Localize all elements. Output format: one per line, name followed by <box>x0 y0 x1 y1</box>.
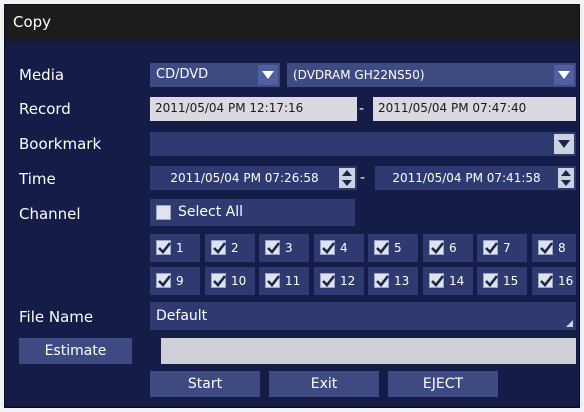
channel-5-item[interactable]: 5 <box>368 234 418 262</box>
channel-number: 3 <box>285 241 293 255</box>
channel-number: 15 <box>503 274 519 288</box>
channel-7-item[interactable]: 7 <box>477 234 527 262</box>
channel-13-item[interactable]: 13 <box>368 267 418 295</box>
media-type-value: CD/DVD <box>156 67 209 82</box>
media-device-value: (DVDRAM GH22NS50) <box>293 68 425 82</box>
channel-number: 8 <box>558 241 566 255</box>
channel-number: 16 <box>558 274 574 288</box>
check-icon[interactable] <box>374 240 390 255</box>
record-start-field[interactable]: 2011/05/04 PM 12:17:16 <box>150 97 357 121</box>
media-device-select[interactable]: (DVDRAM GH22NS50) <box>287 63 576 87</box>
media-label: Media <box>19 66 65 84</box>
media-type-select[interactable]: CD/DVD <box>150 63 280 87</box>
channel-number: 11 <box>285 274 301 288</box>
channel-8-item[interactable]: 8 <box>532 234 576 262</box>
time-separator: - <box>360 170 366 186</box>
channel-6-item[interactable]: 6 <box>423 234 473 262</box>
channel-1-item[interactable]: 1 <box>150 234 200 262</box>
channel-4-item[interactable]: 4 <box>314 234 364 262</box>
channel-number: 1 <box>176 241 184 255</box>
spin-up-down-icon[interactable] <box>339 168 355 188</box>
time-start-field[interactable]: 2011/05/04 PM 07:26:58 <box>150 166 357 190</box>
spin-up-down-icon[interactable] <box>558 168 574 188</box>
channel-9-item[interactable]: 9 <box>150 267 200 295</box>
check-icon[interactable] <box>265 240 281 255</box>
estimate-button[interactable]: Estimate <box>19 338 132 364</box>
select-all-checkbox[interactable] <box>156 205 171 220</box>
channel-number: 9 <box>176 274 184 288</box>
chevron-down-icon[interactable] <box>258 65 278 85</box>
check-icon[interactable] <box>265 273 281 288</box>
copy-window: Copy Media CD/DVD (DVDRAM GH22NS50) Reco… <box>4 4 580 408</box>
time-end-value: 2011/05/04 PM 07:41:58 <box>392 171 541 185</box>
estimate-field <box>161 338 576 364</box>
time-end-field[interactable]: 2011/05/04 PM 07:41:58 <box>375 166 576 190</box>
channel-2-item[interactable]: 2 <box>205 234 255 262</box>
check-icon[interactable] <box>483 273 499 288</box>
channel-number: 2 <box>231 241 239 255</box>
check-icon[interactable] <box>211 273 227 288</box>
channel-12-item[interactable]: 12 <box>314 267 364 295</box>
channel-label: Channel <box>19 205 81 223</box>
time-start-value: 2011/05/04 PM 07:26:58 <box>170 171 319 185</box>
check-icon[interactable] <box>320 240 336 255</box>
check-icon[interactable] <box>156 240 172 255</box>
channel-15-item[interactable]: 15 <box>477 267 527 295</box>
check-icon[interactable] <box>320 273 336 288</box>
select-all-label: Select All <box>178 204 243 220</box>
channel-14-item[interactable]: 14 <box>423 267 473 295</box>
check-icon[interactable] <box>429 240 445 255</box>
channel-number: 10 <box>231 274 247 288</box>
channel-number: 12 <box>340 274 356 288</box>
file-name-label: File Name <box>19 308 94 326</box>
record-end-field[interactable]: 2011/05/04 PM 07:47:40 <box>373 97 576 121</box>
record-separator: - <box>359 101 365 117</box>
check-icon[interactable] <box>429 273 445 288</box>
select-all-control[interactable]: Select All <box>150 199 355 226</box>
chevron-down-icon[interactable] <box>554 134 574 154</box>
check-icon[interactable] <box>374 273 390 288</box>
check-icon[interactable] <box>538 273 554 288</box>
time-label: Time <box>19 170 56 188</box>
exit-button[interactable]: Exit <box>269 371 379 397</box>
channel-number: 14 <box>449 274 465 288</box>
record-label: Record <box>19 100 71 118</box>
channel-number: 5 <box>394 241 402 255</box>
channel-3-item[interactable]: 3 <box>259 234 309 262</box>
check-icon[interactable] <box>211 240 227 255</box>
bookmark-label: Boorkmark <box>19 135 102 153</box>
bookmark-select[interactable] <box>150 132 576 156</box>
check-icon[interactable] <box>538 240 554 255</box>
channel-11-item[interactable]: 11 <box>259 267 309 295</box>
file-name-field[interactable]: Default <box>150 302 576 330</box>
eject-button[interactable]: EJECT <box>388 371 498 397</box>
chevron-down-icon[interactable] <box>554 65 574 85</box>
window-title: Copy <box>5 5 579 39</box>
channel-number: 7 <box>503 241 511 255</box>
resize-corner-icon <box>566 320 573 327</box>
check-icon[interactable] <box>156 273 172 288</box>
start-button[interactable]: Start <box>150 371 260 397</box>
file-name-value: Default <box>156 308 208 324</box>
channel-number: 13 <box>394 274 410 288</box>
channel-16-item[interactable]: 16 <box>532 267 576 295</box>
channel-number: 4 <box>340 241 348 255</box>
dialog-body: Media CD/DVD (DVDRAM GH22NS50) Record 20… <box>5 45 579 405</box>
channel-number: 6 <box>449 241 457 255</box>
check-icon[interactable] <box>483 240 499 255</box>
channel-10-item[interactable]: 10 <box>205 267 255 295</box>
